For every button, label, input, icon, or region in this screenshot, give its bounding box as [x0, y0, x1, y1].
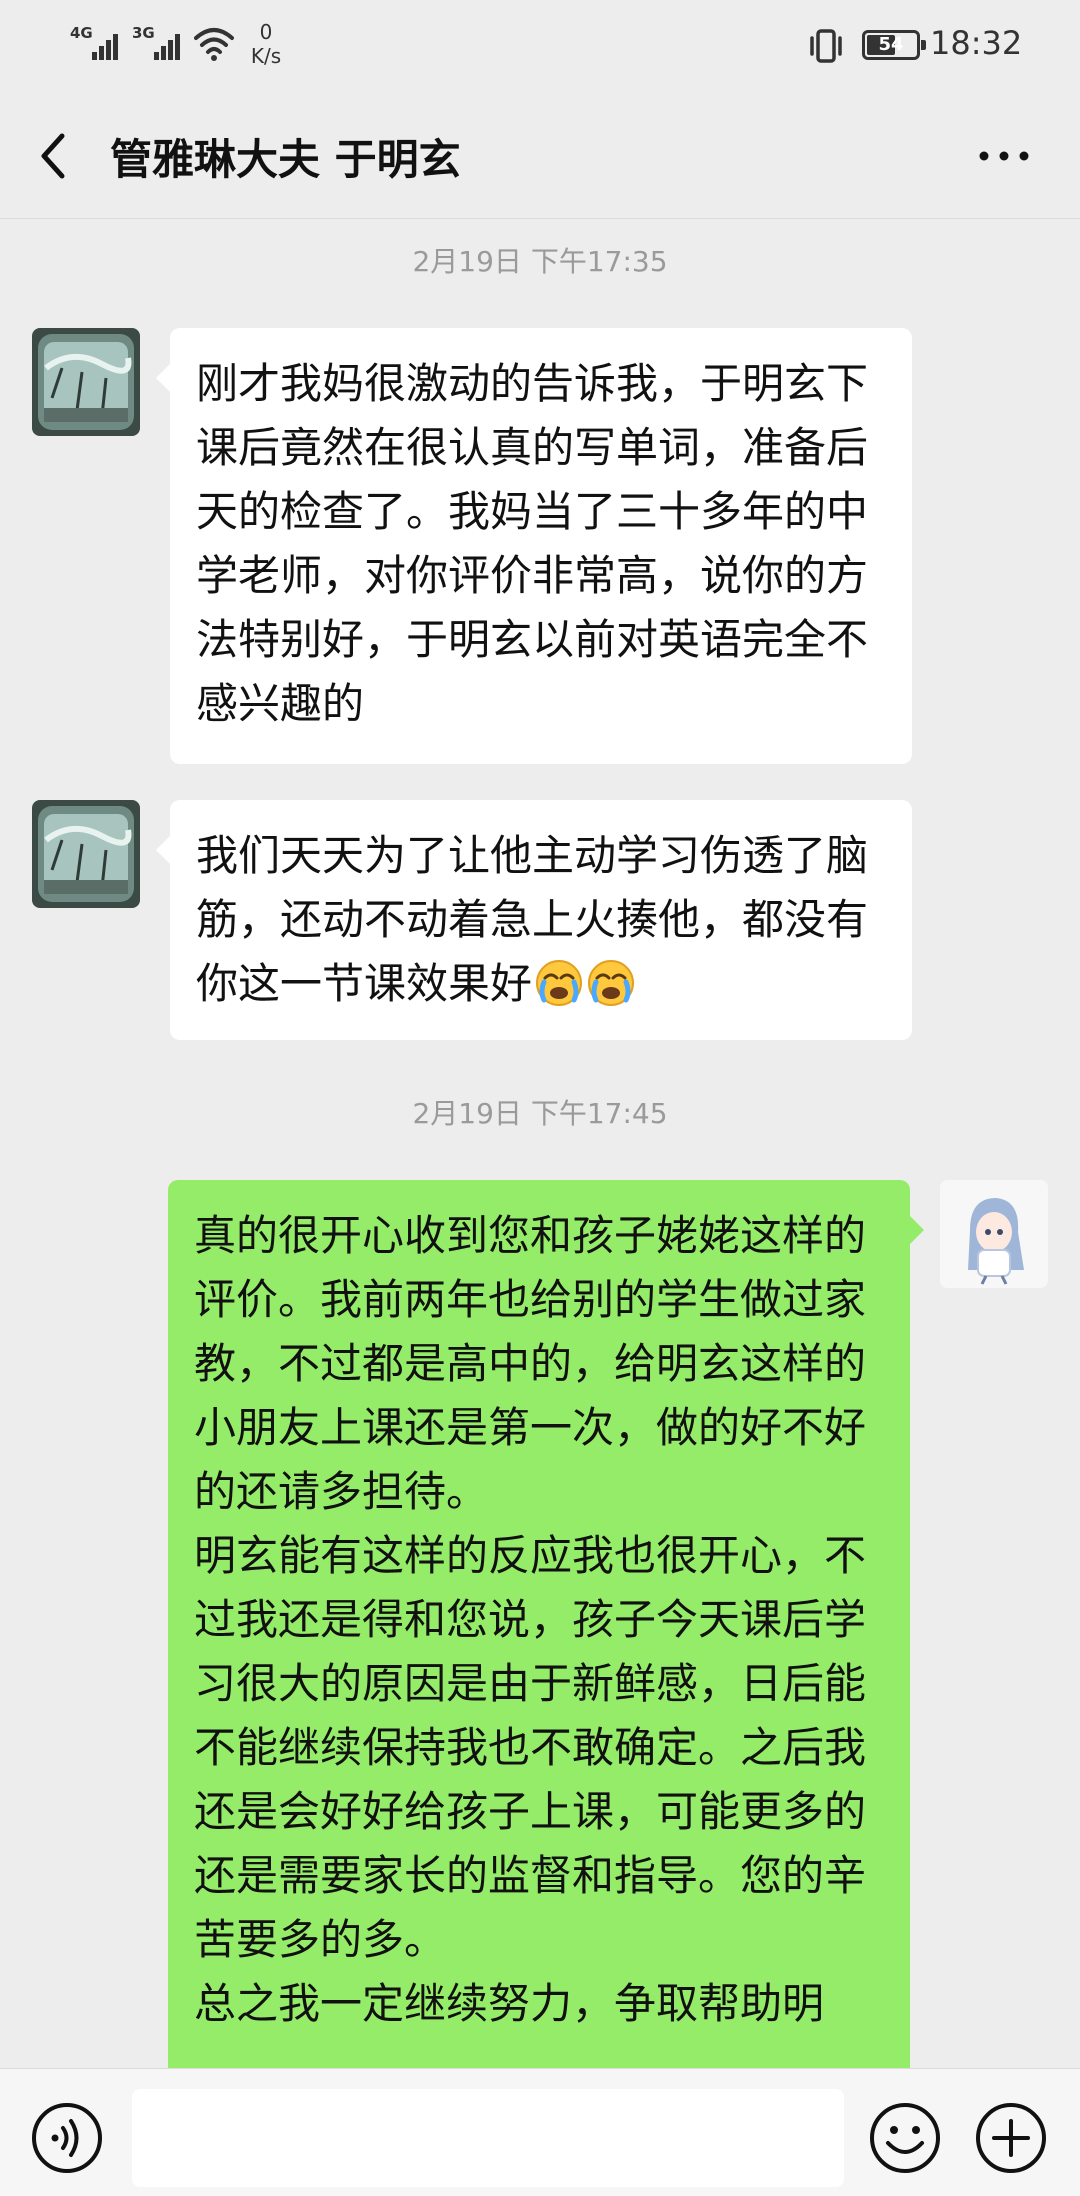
incoming-message-bubble[interactable]: 我们天天为了让他主动学习伤透了脑筋，还动不动着急上火揍他，都没有你这一节课效果好: [156, 800, 912, 1040]
signal-sim2-icon: 3G: [132, 24, 192, 64]
status-bar: 4G 3G 0 K/s 54 18:32: [0, 0, 1080, 92]
signal-sim1-icon: 4G: [70, 24, 130, 64]
chat-header: 管雅琳大夫 于明玄: [0, 92, 1080, 219]
status-time: 18:32: [930, 24, 1023, 62]
network-speed-unit: K/s: [250, 44, 282, 68]
plus-icon[interactable]: [974, 2101, 1048, 2175]
voice-icon[interactable]: [30, 2101, 104, 2175]
message-timestamp: 2月19日 下午17:45: [412, 1097, 668, 1130]
battery-level: 54: [878, 34, 904, 55]
chevron-left-icon[interactable]: [30, 128, 80, 184]
outgoing-message-bubble[interactable]: 真的很开心收到您和孩子姥姥这样的评价。我前两年也给别的学生做过家教，不过都是高中…: [168, 1180, 924, 2100]
network-speed: 0 K/s: [246, 20, 286, 68]
crying-face-emoji: [588, 960, 635, 1006]
battery-icon: 54: [862, 30, 926, 60]
vibrate-icon: [810, 29, 842, 63]
my-avatar[interactable]: [940, 1180, 1048, 1288]
chat-title: 管雅琳大夫 于明玄: [110, 135, 461, 184]
ellipsis-icon[interactable]: [976, 140, 1032, 172]
message-text: 我们天天为了让他主动学习伤透了脑筋，还动不动着急上火揍他，都没有你这一节课效果好: [196, 831, 869, 1008]
message-timestamp: 2月19日 下午17:35: [412, 245, 668, 278]
crying-face-emoji: [536, 960, 583, 1006]
sim2-network-type: 3G: [132, 24, 155, 42]
contact-avatar[interactable]: [32, 328, 140, 436]
sim1-network-type: 4G: [70, 24, 93, 42]
chat-input-bar: [0, 2068, 1080, 2196]
network-speed-value: 0: [259, 20, 273, 44]
wifi-icon: [194, 28, 234, 61]
message-input[interactable]: [132, 2089, 844, 2187]
contact-avatar[interactable]: [32, 800, 140, 908]
incoming-message-bubble[interactable]: 刚才我妈很激动的告诉我，于明玄下课后竟然在很认真的写单词，准备后天的检查了。我妈…: [156, 328, 912, 764]
smiley-icon[interactable]: [868, 2101, 942, 2175]
